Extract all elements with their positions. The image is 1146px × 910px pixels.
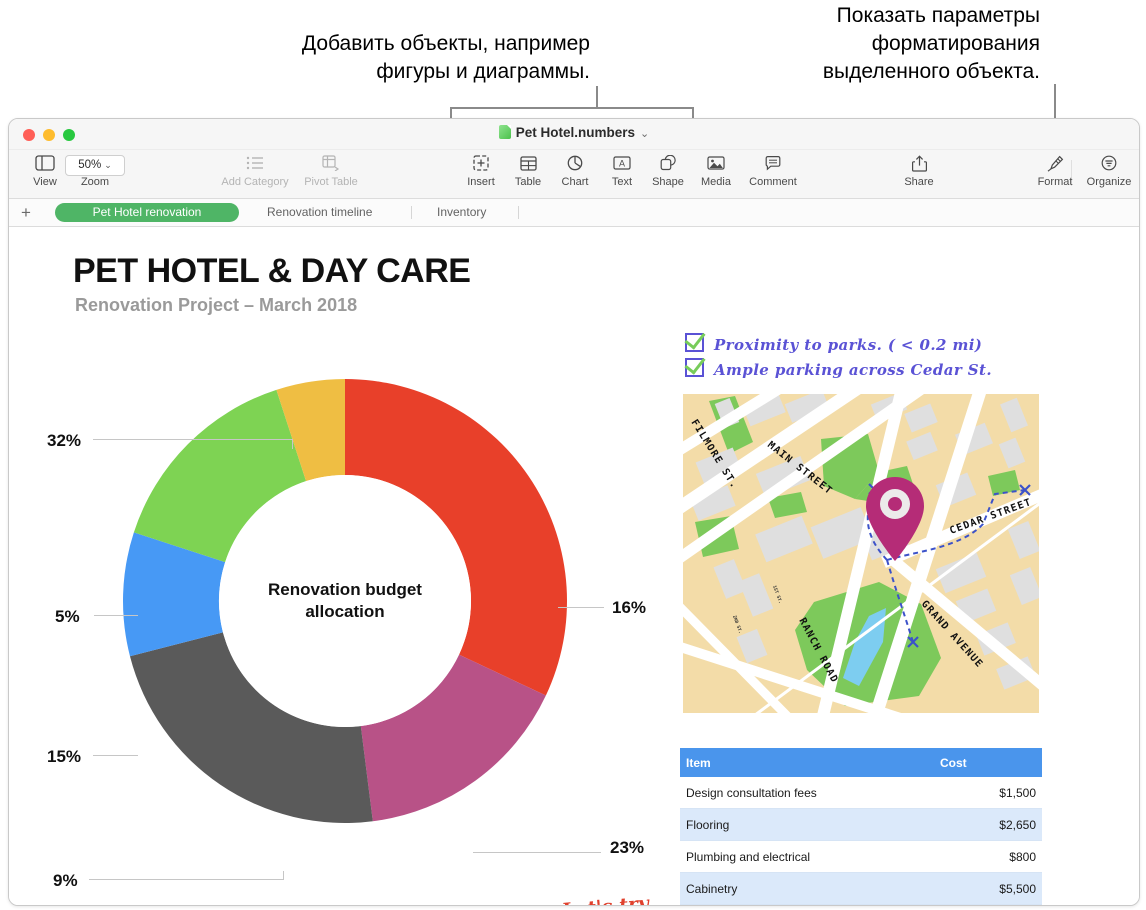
table-cell-item[interactable]: Cabinetry bbox=[680, 872, 934, 905]
chevron-down-icon: ⌄ bbox=[104, 160, 112, 170]
toolbar-comment-label: Comment bbox=[749, 176, 797, 188]
callout-insert-objects: Добавить объекты, например фигуры и диаг… bbox=[301, 32, 590, 83]
document-title[interactable]: Pet Hotel.numbers ⌄ bbox=[9, 125, 1139, 140]
map-svg: FILMORE ST. MAIN STREET CEDAR STREET GRA… bbox=[683, 394, 1039, 713]
table-cell-cost[interactable]: $800 bbox=[934, 840, 1042, 873]
toolbar-organize-button[interactable]: Organize bbox=[1073, 152, 1139, 188]
table-row[interactable]: Plumbing and electrical $800 bbox=[680, 840, 1042, 873]
sheet-tab-pet-hotel-renovation[interactable]: Pet Hotel renovation bbox=[55, 203, 239, 222]
page-title: PET HOTEL & DAY CARE bbox=[73, 252, 471, 290]
sheet-tab-bar: + Pet Hotel renovation Renovation timeli… bbox=[9, 199, 1139, 227]
numbers-file-icon bbox=[498, 125, 511, 139]
donut-leader-32 bbox=[93, 439, 293, 440]
checkbox-checked-icon[interactable] bbox=[685, 333, 704, 352]
location-map-image[interactable]: FILMORE ST. MAIN STREET CEDAR STREET GRA… bbox=[683, 394, 1039, 713]
donut-leader-9 bbox=[89, 879, 284, 880]
donut-leader-5 bbox=[94, 615, 138, 616]
donut-label-9: 9% bbox=[53, 871, 78, 890]
table-row[interactable]: Cabinetry $5,500 bbox=[680, 872, 1042, 905]
window-titlebar: Pet Hotel.numbers ⌄ bbox=[9, 119, 1139, 150]
table-header-cost[interactable]: Cost bbox=[934, 748, 1042, 777]
document-title-text: Pet Hotel.numbers bbox=[515, 125, 636, 140]
tab-divider bbox=[518, 206, 519, 219]
donut-leader-23 bbox=[473, 852, 601, 853]
donut-label-23: 23% bbox=[610, 838, 645, 857]
donut-leader-16 bbox=[558, 607, 604, 608]
donut-leader-32-tick bbox=[292, 439, 293, 449]
donut-label-16: 16% bbox=[612, 598, 647, 617]
donut-leader-15 bbox=[93, 755, 138, 756]
handwritten-checklist: Proximity to parks. ( < 0.2 mi) Ample pa… bbox=[685, 333, 1045, 383]
toolbar-pivot-table-label: Pivot Table bbox=[304, 176, 358, 188]
toolbar-pivot-table-button[interactable]: Pivot Table bbox=[295, 152, 367, 188]
toolbar-add-category-label: Add Category bbox=[221, 176, 289, 188]
table-cell-item[interactable]: Fixtures and fittings bbox=[680, 904, 934, 905]
pivot-table-icon bbox=[295, 152, 367, 174]
toolbar-share-button[interactable]: Share bbox=[883, 152, 955, 188]
toolbar-share-label: Share bbox=[904, 176, 934, 188]
toolbar-organize-label: Organize bbox=[1086, 176, 1132, 188]
zoom-value: 50% bbox=[78, 159, 102, 171]
donut-leader-9-tick bbox=[283, 871, 284, 880]
callout-left-leader-vertical bbox=[596, 86, 598, 108]
table-cell-cost[interactable]: $5,500 bbox=[934, 872, 1042, 905]
tab-divider bbox=[411, 206, 412, 219]
table-cell-cost[interactable]: $2,650 bbox=[934, 808, 1042, 841]
checklist-item: Ample parking across Cedar St. bbox=[685, 358, 1045, 383]
table-cell-item[interactable]: Design consultation fees bbox=[680, 777, 934, 809]
donut-label-5: 5% bbox=[55, 607, 80, 626]
annotation-handwriting: Let's try to bring this down bbox=[561, 892, 650, 906]
table-header-item[interactable]: Item bbox=[680, 748, 934, 777]
sheet-tab-inventory[interactable]: Inventory bbox=[423, 203, 500, 222]
chevron-down-icon[interactable]: ⌄ bbox=[640, 128, 649, 140]
donut-label-32: 32% bbox=[47, 431, 82, 450]
comment-icon bbox=[737, 152, 809, 174]
donut-label-15: 15% bbox=[47, 747, 82, 766]
checklist-label: Proximity to parks. ( < 0.2 mi) bbox=[714, 336, 983, 354]
toolbar-comment-button[interactable]: Comment bbox=[737, 152, 809, 188]
budget-donut-chart[interactable]: Renovation budget allocation bbox=[121, 377, 569, 825]
sheet-tab-renovation-timeline[interactable]: Renovation timeline bbox=[253, 203, 386, 222]
table-cell-item[interactable]: Flooring bbox=[680, 808, 934, 841]
toolbar-add-category-button[interactable]: Add Category bbox=[217, 152, 293, 188]
table-cell-cost[interactable]: $2,800 bbox=[934, 904, 1042, 905]
numbers-window: Pet Hotel.numbers ⌄ View Zoom 50% ⌄ Add Ca… bbox=[8, 118, 1140, 906]
donut-center-label: Renovation budget allocation bbox=[268, 580, 422, 621]
main-toolbar: View Zoom 50%⌄ Add Category Pivot Table bbox=[9, 150, 1139, 199]
svg-text:A: A bbox=[619, 159, 625, 169]
cost-table[interactable]: Item Cost Design consultation fees $1,50… bbox=[680, 748, 1042, 905]
table-cell-item[interactable]: Plumbing and electrical bbox=[680, 840, 934, 873]
callout-left-leader-horizontal bbox=[450, 107, 694, 109]
share-icon bbox=[883, 152, 955, 174]
table-row[interactable]: Fixtures and fittings $2,800 bbox=[680, 904, 1042, 905]
page-subtitle: Renovation Project – March 2018 bbox=[75, 295, 358, 315]
checklist-item: Proximity to parks. ( < 0.2 mi) bbox=[685, 333, 1045, 358]
callout-format-panel: Показать параметры форматирования выделе… bbox=[822, 4, 1040, 83]
list-icon bbox=[217, 152, 293, 174]
sheet-canvas[interactable]: PET HOTEL & DAY CARE Renovation Project … bbox=[9, 227, 1139, 906]
zoom-select[interactable]: 50% ⌄ bbox=[65, 155, 125, 176]
table-header-row: Item Cost bbox=[680, 748, 1042, 777]
checkbox-checked-icon[interactable] bbox=[685, 358, 704, 377]
table-row[interactable]: Design consultation fees $1,500 bbox=[680, 777, 1042, 809]
add-sheet-button[interactable]: + bbox=[21, 203, 31, 222]
table-cell-cost[interactable]: $1,500 bbox=[934, 777, 1042, 809]
toolbar-zoom-label: Zoom bbox=[80, 176, 110, 188]
organize-icon bbox=[1073, 152, 1139, 174]
checklist-label: Ample parking across Cedar St. bbox=[714, 361, 992, 379]
table-row[interactable]: Flooring $2,650 bbox=[680, 808, 1042, 841]
